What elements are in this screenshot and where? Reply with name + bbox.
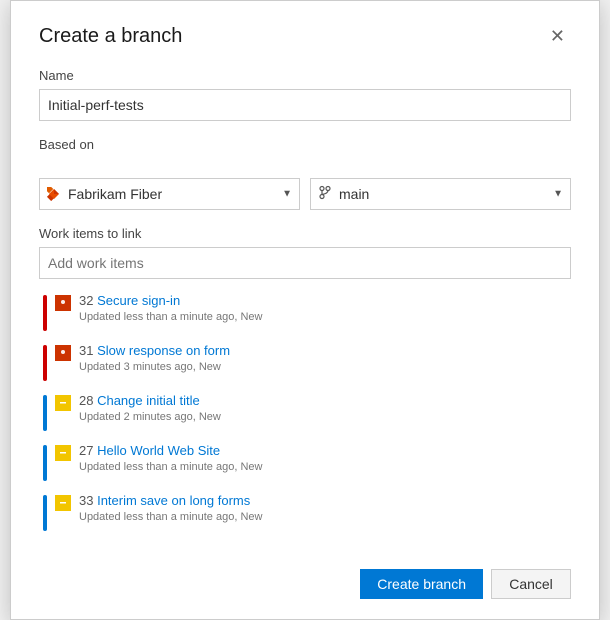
work-item-type-icon <box>55 345 71 361</box>
work-item-info: 27 Hello World Web Site Updated less tha… <box>79 443 567 473</box>
work-item: 32 Secure sign-in Updated less than a mi… <box>39 287 571 337</box>
close-button[interactable]: ✕ <box>544 25 571 47</box>
repo-select[interactable]: Fabrikam Fiber <box>39 178 300 210</box>
work-item: 33 Interim save on long forms Updated le… <box>39 487 571 537</box>
dialog-header: Create a branch ✕ <box>39 25 571 48</box>
based-on-row: Fabrikam Fiber ▼ main ▼ <box>39 178 571 210</box>
work-item-title[interactable]: 27 Hello World Web Site <box>79 443 567 460</box>
work-item-subtitle: Updated 2 minutes ago, New <box>79 411 567 423</box>
dialog-title: Create a branch <box>39 25 182 48</box>
priority-bar <box>43 395 47 431</box>
work-item-list: 32 Secure sign-in Updated less than a mi… <box>39 287 571 537</box>
work-item-title[interactable]: 31 Slow response on form <box>79 343 567 360</box>
work-item: 27 Hello World Web Site Updated less tha… <box>39 437 571 487</box>
work-item-info: 32 Secure sign-in Updated less than a mi… <box>79 293 567 323</box>
work-item-title[interactable]: 33 Interim save on long forms <box>79 493 567 510</box>
work-item-type-icon <box>55 395 71 411</box>
branch-select[interactable]: main <box>310 178 571 210</box>
work-item-subtitle: Updated less than a minute ago, New <box>79 461 567 473</box>
work-item-info: 28 Change initial title Updated 2 minute… <box>79 393 567 423</box>
repo-select-wrapper: Fabrikam Fiber ▼ <box>39 178 300 210</box>
branch-select-wrapper: main ▼ <box>310 178 571 210</box>
priority-bar <box>43 495 47 531</box>
create-branch-dialog: Create a branch ✕ Name Based on Fabrikam… <box>10 0 600 620</box>
work-item-subtitle: Updated 3 minutes ago, New <box>79 361 567 373</box>
dialog-footer: Create branch Cancel <box>39 557 571 599</box>
work-item-type-icon <box>55 495 71 511</box>
work-item: 28 Change initial title Updated 2 minute… <box>39 387 571 437</box>
work-item: 31 Slow response on form Updated 3 minut… <box>39 337 571 387</box>
name-label: Name <box>39 68 571 83</box>
work-item-title[interactable]: 32 Secure sign-in <box>79 293 567 310</box>
add-work-items-input[interactable] <box>39 247 571 279</box>
create-branch-button[interactable]: Create branch <box>360 569 483 599</box>
name-input[interactable] <box>39 89 571 121</box>
work-item-type-icon <box>55 445 71 461</box>
cancel-button[interactable]: Cancel <box>491 569 571 599</box>
priority-bar <box>43 445 47 481</box>
work-item-info: 31 Slow response on form Updated 3 minut… <box>79 343 567 373</box>
work-item-title[interactable]: 28 Change initial title <box>79 393 567 410</box>
work-item-info: 33 Interim save on long forms Updated le… <box>79 493 567 523</box>
work-item-subtitle: Updated less than a minute ago, New <box>79 311 567 323</box>
priority-bar <box>43 345 47 381</box>
work-items-label: Work items to link <box>39 226 571 241</box>
work-item-subtitle: Updated less than a minute ago, New <box>79 511 567 523</box>
based-on-label: Based on <box>39 137 571 152</box>
work-item-type-icon <box>55 295 71 311</box>
priority-bar <box>43 295 47 331</box>
